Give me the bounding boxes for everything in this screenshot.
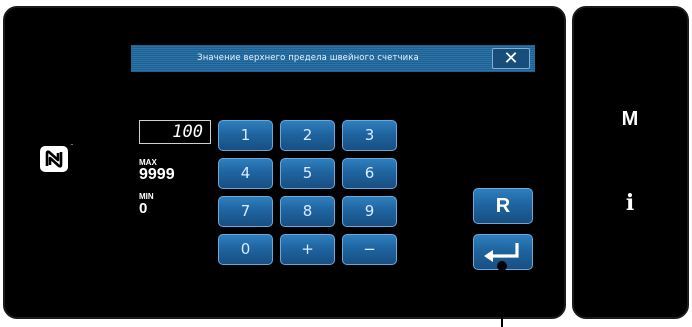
min-value: 0 <box>139 200 148 217</box>
key-3[interactable]: 3 <box>342 120 397 151</box>
value-display: 100 <box>139 120 211 144</box>
dialog-title: Значение верхнего предела швейного счетч… <box>197 53 419 63</box>
key-4[interactable]: 4 <box>218 158 273 189</box>
dialog-header: Значение верхнего предела швейного счетч… <box>131 45 535 72</box>
reset-button[interactable]: R <box>473 188 533 224</box>
key-6[interactable]: 6 <box>342 158 397 189</box>
nfc-icon <box>40 146 68 172</box>
max-value: 9999 <box>139 166 175 183</box>
close-icon: ✕ <box>503 48 519 69</box>
info-icon: i <box>625 190 635 216</box>
key-1[interactable]: 1 <box>218 120 273 151</box>
close-button[interactable]: ✕ <box>492 48 530 69</box>
trademark-mark: ™ <box>70 143 74 148</box>
key-minus[interactable]: − <box>342 234 397 265</box>
menu-label: M <box>621 108 639 130</box>
callout-dot <box>497 261 507 271</box>
key-0[interactable]: 0 <box>218 234 273 265</box>
key-plus[interactable]: + <box>280 234 335 265</box>
menu-button[interactable]: M <box>588 108 672 148</box>
key-7[interactable]: 7 <box>218 196 273 227</box>
key-8[interactable]: 8 <box>280 196 335 227</box>
info-button[interactable]: i <box>588 190 672 230</box>
side-panel <box>572 6 689 319</box>
key-5[interactable]: 5 <box>280 158 335 189</box>
key-2[interactable]: 2 <box>280 120 335 151</box>
callout-line <box>501 266 503 327</box>
key-9[interactable]: 9 <box>342 196 397 227</box>
